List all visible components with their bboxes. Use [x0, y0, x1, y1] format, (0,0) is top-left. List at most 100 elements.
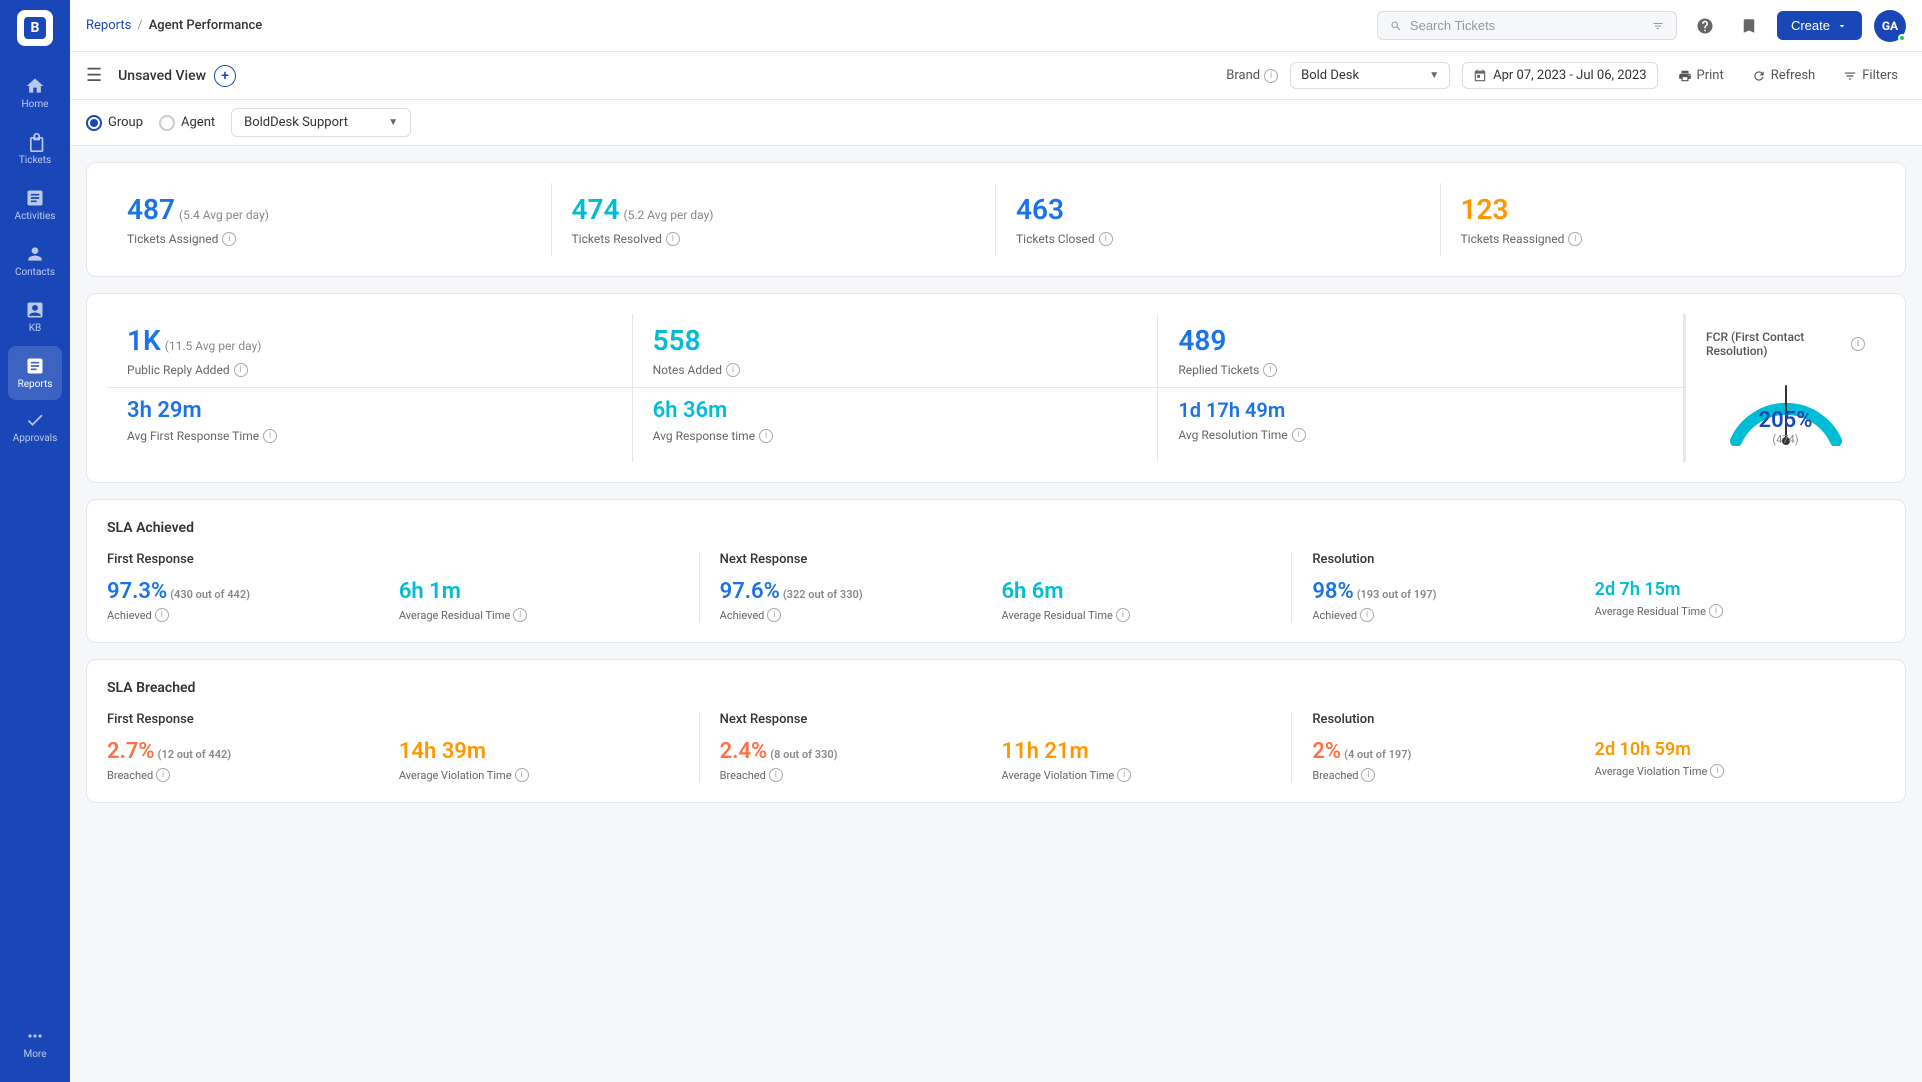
breadcrumb-separator: /	[137, 18, 142, 33]
breadcrumb-reports[interactable]: Reports	[86, 18, 131, 33]
sla-res-residual-info[interactable]: i	[1709, 604, 1723, 618]
sla-res-achieved-label: Achieved i	[1312, 608, 1582, 622]
filters-button[interactable]: Filters	[1835, 63, 1906, 88]
group-select-dropdown[interactable]: BoldDesk Support ▼	[231, 108, 411, 137]
add-view-button[interactable]: +	[214, 65, 236, 87]
contacts-icon	[25, 244, 45, 264]
create-button[interactable]: Create	[1777, 11, 1862, 40]
avatar[interactable]: GA	[1874, 10, 1906, 42]
stat-value-assigned: 487(5.4 Avg per day)	[127, 193, 531, 226]
kb-icon	[25, 300, 45, 320]
agent-radio-option[interactable]: Agent	[159, 115, 215, 131]
fcr-panel: FCR (First Contact Resolution) i	[1685, 314, 1885, 462]
sla-fr-violation-info[interactable]: i	[515, 768, 529, 782]
sidebar-item-approvals[interactable]: Approvals	[0, 400, 70, 454]
sidebar-item-activities[interactable]: Activities	[0, 178, 70, 232]
sidebar-item-reports[interactable]: Reports	[8, 346, 62, 400]
sla-fr-residual-info[interactable]: i	[513, 608, 527, 622]
group-agent-radio: Group Agent	[86, 115, 215, 131]
search-input[interactable]	[1410, 18, 1644, 33]
sla-res-achieved-info[interactable]: i	[1360, 608, 1374, 622]
sla-fr-violation-value: 14h 39m	[399, 739, 679, 764]
stat-tickets-closed: 463 Tickets Closed i	[996, 183, 1441, 256]
sla-res-violation-label: Average Violation Time i	[1595, 764, 1865, 778]
group-radio-option[interactable]: Group	[86, 115, 143, 131]
brand-info-icon[interactable]: i	[1264, 69, 1278, 83]
closed-info-icon[interactable]: i	[1099, 232, 1113, 246]
refresh-button[interactable]: Refresh	[1744, 63, 1823, 88]
sla-nr-achieved-info[interactable]: i	[767, 608, 781, 622]
sla-fr-residual-value: 6h 1m	[399, 579, 679, 604]
subheader: ☰ Unsaved View + Brand i Bold Desk ▼ Apr…	[70, 52, 1922, 100]
search-wrapper[interactable]	[1377, 11, 1677, 40]
toolbar: Group Agent BoldDesk Support ▼	[70, 100, 1922, 146]
sla-nr-achieved-block: 97.6%(322 out of 330) Achieved i	[720, 579, 990, 622]
sla-nr-breached-sub: (8 out of 330)	[770, 748, 837, 761]
sidebar-logo[interactable]: B	[17, 10, 53, 46]
agent-radio-label: Agent	[181, 115, 215, 130]
sla-res-breached-info[interactable]: i	[1361, 768, 1375, 782]
first-response-info-icon[interactable]: i	[263, 429, 277, 443]
sidebar-item-home[interactable]: Home	[0, 66, 70, 120]
activities-icon	[25, 188, 45, 208]
stat-tickets-resolved: 474(5.2 Avg per day) Tickets Resolved i	[552, 183, 997, 256]
stat-value-replied: 489	[1178, 324, 1663, 357]
sla-nr-breached-label: Breached i	[720, 768, 990, 782]
stat-value-first-response: 3h 29m	[127, 398, 612, 423]
chevron-down-icon	[1836, 20, 1848, 32]
stat-avg-assigned: (5.4 Avg per day)	[179, 208, 269, 222]
assigned-info-icon[interactable]: i	[222, 232, 236, 246]
stat-avg-resolution: 1d 17h 49m Avg Resolution Time i	[1158, 388, 1684, 462]
reassigned-info-icon[interactable]: i	[1568, 232, 1582, 246]
reports-icon	[25, 356, 45, 376]
group-radio-label: Group	[108, 115, 143, 130]
stat-value-public-reply: 1K(11.5 Avg per day)	[127, 324, 612, 357]
bookmark-button[interactable]	[1733, 10, 1765, 42]
stat-avg-public-reply: (11.5 Avg per day)	[165, 339, 262, 353]
avg-response-info-icon[interactable]: i	[759, 429, 773, 443]
gauge-value-display: 205% (474)	[1759, 408, 1813, 446]
sla-fr-residual-block: 6h 1m Average Residual Time i	[399, 579, 679, 622]
sla-res-violation-info[interactable]: i	[1710, 764, 1724, 778]
print-button[interactable]: Print	[1670, 63, 1732, 88]
sla-breached-nr-title: Next Response	[720, 712, 1272, 727]
filter-icon[interactable]	[1652, 19, 1664, 33]
resolved-info-icon[interactable]: i	[666, 232, 680, 246]
brand-select[interactable]: Bold Desk ▼	[1290, 62, 1450, 89]
avg-resolution-info-icon[interactable]: i	[1292, 428, 1306, 442]
sla-fr-achieved-pct: 97.3%(430 out of 442)	[107, 579, 387, 604]
sidebar-item-kb[interactable]: KB	[0, 290, 70, 344]
sla-nr-breached-info[interactable]: i	[769, 768, 783, 782]
stat-tickets-assigned: 487(5.4 Avg per day) Tickets Assigned i	[107, 183, 552, 256]
sidebar-item-more[interactable]: More	[0, 1016, 70, 1070]
sla-fr-achieved-info[interactable]: i	[155, 608, 169, 622]
fcr-info-icon[interactable]: i	[1851, 337, 1865, 351]
filters-icon	[1843, 69, 1857, 83]
approvals-icon	[25, 410, 45, 430]
sidebar-label-approvals: Approvals	[13, 433, 57, 444]
sla-fr-breached-info[interactable]: i	[156, 768, 170, 782]
help-button[interactable]	[1689, 10, 1721, 42]
sla-nr-residual-info[interactable]: i	[1116, 608, 1130, 622]
stat-value-resolved: 474(5.2 Avg per day)	[572, 193, 976, 226]
public-reply-info-icon[interactable]: i	[234, 363, 248, 377]
replied-info-icon[interactable]: i	[1263, 363, 1277, 377]
more-icon	[25, 1026, 45, 1046]
refresh-label: Refresh	[1771, 68, 1815, 83]
home-icon	[25, 76, 45, 96]
stat-label-avg-resolution: Avg Resolution Time i	[1178, 428, 1663, 442]
content-area: 487(5.4 Avg per day) Tickets Assigned i …	[70, 146, 1922, 1082]
group-radio-circle	[86, 115, 102, 131]
sla-res-residual-label: Average Residual Time i	[1595, 604, 1865, 618]
sla-fr-achieved-block: 97.3%(430 out of 442) Achieved i	[107, 579, 387, 622]
date-range-value: Apr 07, 2023 - Jul 06, 2023	[1493, 68, 1646, 83]
notes-info-icon[interactable]: i	[726, 363, 740, 377]
menu-icon[interactable]: ☰	[86, 65, 102, 86]
sla-fr-achieved-sub: (430 out of 442)	[170, 588, 250, 601]
sidebar-item-contacts[interactable]: Contacts	[0, 234, 70, 288]
sla-nr-violation-info[interactable]: i	[1117, 768, 1131, 782]
sla-res-achieved-block: 98%(193 out of 197) Achieved i	[1312, 579, 1582, 622]
date-range-picker[interactable]: Apr 07, 2023 - Jul 06, 2023	[1462, 62, 1657, 89]
sla-fr-breached-block: 2.7%(12 out of 442) Breached i	[107, 739, 387, 782]
sidebar-item-tickets[interactable]: Tickets	[0, 122, 70, 176]
